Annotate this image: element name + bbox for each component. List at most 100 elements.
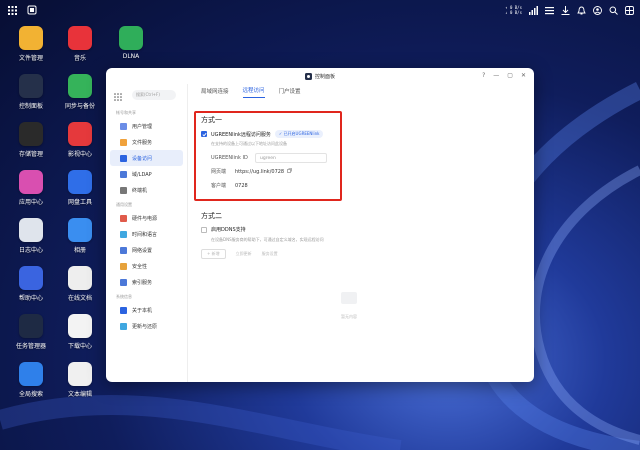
global-search-icon [19, 362, 43, 386]
sidebar-item-info[interactable]: 关于本机 [110, 302, 183, 318]
signal-icon[interactable] [528, 5, 538, 15]
index-icon [120, 278, 127, 286]
sidebar-item-ldap[interactable]: 域/LDAP [110, 166, 183, 182]
task-list-icon[interactable] [544, 5, 554, 15]
add-ddns-button[interactable]: + 新增 [201, 249, 226, 259]
control-panel-icon [19, 74, 43, 98]
client-value: 0728 [235, 182, 248, 189]
sidebar-item-file-service[interactable]: 文件服务 [110, 134, 183, 150]
desktop-icon-storage[interactable]: 存储管理 [6, 122, 56, 158]
desktop-icon-music[interactable]: 音乐 [55, 26, 105, 62]
cloud-drive-icon [68, 170, 92, 194]
info-icon [120, 306, 127, 314]
folder-icon [19, 26, 43, 50]
close-button[interactable]: ✕ [521, 72, 526, 80]
photos-icon [68, 218, 92, 242]
terminal-icon [120, 186, 127, 194]
sidebar-item-update[interactable]: 更新与还原 [110, 318, 183, 334]
desktop-icon-docs[interactable]: 在线文档 [55, 266, 105, 302]
desktop-icon-dlna[interactable]: DLNA [106, 26, 156, 60]
desktop-icon-label: 应用中心 [18, 199, 43, 206]
desktop-icon-label: 影视中心 [67, 151, 92, 158]
tab-remote-access[interactable]: 远程访问 [242, 86, 265, 98]
user-avatar-icon[interactable] [592, 5, 602, 15]
sidebar-item-power[interactable]: 硬件与电源 [110, 210, 183, 226]
method1-title: 方式一 [201, 116, 222, 124]
download-icon[interactable] [560, 5, 570, 15]
maximize-button[interactable]: ▢ [507, 72, 513, 80]
help-button[interactable]: ? [482, 72, 485, 80]
notification-icon[interactable] [576, 5, 586, 15]
update-now-button[interactable]: 立即更新 [236, 251, 252, 257]
help-icon [19, 266, 43, 290]
desktop-icon-video[interactable]: 影视中心 [55, 122, 105, 158]
sidebar-item-label: 关于本机 [132, 307, 153, 314]
sidebar-search-input[interactable]: 搜索(Ctrl+F) [132, 90, 176, 100]
service-settings-button[interactable]: 服务设置 [262, 251, 278, 257]
ugreenlink-status-badge: ✓ 已开启UGREENlink [274, 130, 324, 138]
sidebar-item-terminal[interactable]: 终端机 [110, 182, 183, 198]
sidebar-item-globe[interactable]: 时间和语言 [110, 226, 183, 242]
device-access-icon [120, 154, 127, 162]
window-title-bar[interactable]: 控制面板 [106, 68, 534, 84]
sidebar-item-shield[interactable]: 安全性 [110, 258, 183, 274]
desktop-icon-sync[interactable]: 同步与备份 [55, 74, 105, 110]
desktop-icon-download[interactable]: 下载中心 [55, 314, 105, 350]
minimize-button[interactable]: — [493, 72, 499, 80]
desktop-icon-control-panel[interactable]: 控制面板 [6, 74, 56, 110]
desktop-icon-folder[interactable]: 文件管理 [6, 26, 56, 62]
sidebar-item-label: 终端机 [132, 187, 148, 194]
ugreenlink-id-label: UGREENlink ID [211, 155, 248, 161]
desktop-icon-text-editor[interactable]: 文本编辑 [55, 362, 105, 398]
window-switch-icon[interactable] [26, 4, 38, 16]
user-icon [120, 122, 127, 130]
tab-portal[interactable]: 门户设置 [279, 87, 301, 98]
sidebar-item-user[interactable]: 用户管理 [110, 118, 183, 134]
desktop-icon-label: 相册 [73, 247, 86, 254]
search-icon[interactable] [608, 5, 618, 15]
sidebar-item-index[interactable]: 索引服务 [110, 274, 183, 290]
music-icon [68, 26, 92, 50]
tab-lan[interactable]: 局域网连接 [201, 87, 229, 98]
control-panel-window: 控制面板 ? — ▢ ✕ 搜索(Ctrl+F) 帐号和共享 用户管理 文件服务 设备访… [106, 68, 534, 382]
desktop-icon-label: 在线文档 [67, 295, 92, 302]
apps-grid-icon[interactable] [6, 4, 18, 16]
desktop-icon-log[interactable]: 日志中心 [6, 218, 56, 254]
ugreenlink-id-input[interactable]: ugreen [255, 153, 327, 163]
storage-icon [19, 122, 43, 146]
main-content: 局域网连接 远程访问 门户设置 方式一 UGREENlink远程访问服务 ✓ 已… [189, 84, 534, 382]
sidebar-item-network[interactable]: 网络设置 [110, 242, 183, 258]
desktop-icon-cloud-drive[interactable]: 网盘工具 [55, 170, 105, 206]
client-label: 客户端 [211, 183, 227, 189]
desktop-icon-app-center[interactable]: 应用中心 [6, 170, 56, 206]
window-title: 控制面板 [314, 73, 335, 80]
log-icon [19, 218, 43, 242]
sidebar-item-label: 域/LDAP [132, 171, 152, 178]
method2-title: 方式二 [201, 212, 222, 220]
copy-icon[interactable] [287, 168, 292, 175]
desktop-icon-global-search[interactable]: 全局搜索 [6, 362, 56, 398]
sidebar-item-label: 文件服务 [132, 139, 153, 146]
shield-icon [120, 262, 127, 270]
desktop-icon-label: 网盘工具 [67, 199, 92, 206]
web-url[interactable]: https://ug.link/0728 [235, 169, 284, 175]
widgets-icon[interactable] [624, 5, 634, 15]
desktop-icon-label: 文件管理 [18, 55, 43, 62]
ddns-checkbox[interactable] [201, 226, 207, 233]
sidebar-item-device-access[interactable]: 设备访问 [110, 150, 183, 166]
desktop-icon-label: 音乐 [73, 55, 86, 62]
desktop-icon-photos[interactable]: 相册 [55, 218, 105, 254]
method2-description: 在设备DNS服务商的帮助下，可通过自定义域名，实现远程访问 [211, 237, 324, 242]
desktop-icon-label: DLNA [122, 53, 140, 60]
ugreenlink-label: UGREENlink远程访问服务 [211, 131, 271, 138]
desktop-icon-task-manager[interactable]: 任务管理器 [6, 314, 56, 350]
video-icon [68, 122, 92, 146]
menu-grid-icon[interactable] [114, 86, 122, 105]
desktop-icon-help[interactable]: 帮助中心 [6, 266, 56, 302]
download-icon [68, 314, 92, 338]
network-speed: ↑ 0 B/s ↓ 0 B/s [505, 5, 522, 15]
sidebar-item-label: 安全性 [132, 263, 148, 270]
control-panel-icon [304, 72, 312, 80]
ugreenlink-checkbox[interactable] [201, 131, 207, 137]
web-label: 网页端 [211, 169, 227, 175]
